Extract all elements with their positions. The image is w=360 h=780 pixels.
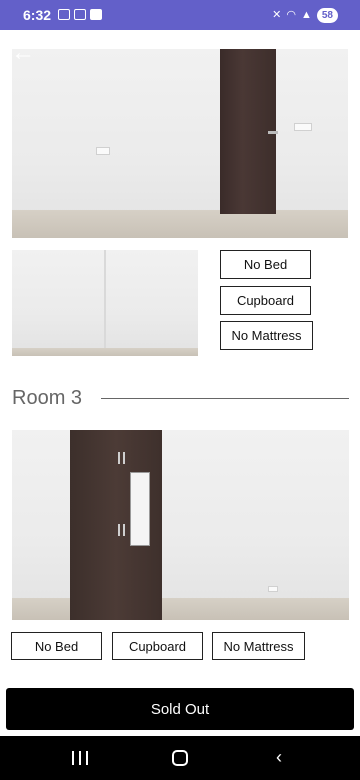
wardrobe — [70, 430, 162, 620]
wardrobe-handle — [118, 524, 120, 536]
amenity-no-bed: No Bed — [11, 632, 102, 660]
wardrobe-handle — [118, 452, 120, 464]
amenity-no-mattress: No Mattress — [212, 632, 305, 660]
light-switch — [96, 147, 110, 155]
sold-out-button[interactable]: Sold Out — [6, 688, 354, 730]
home-icon[interactable] — [172, 750, 188, 766]
battery-icon: 58 — [316, 7, 338, 23]
floor — [12, 210, 348, 238]
wardrobe-handle — [123, 452, 125, 464]
screenshot-icon — [74, 9, 86, 20]
floor — [12, 598, 349, 620]
room-photo-thumbnail[interactable] — [12, 250, 198, 356]
status-bar: 6:32 ✕ ◠ ▲ 58 — [0, 0, 360, 30]
wifi-icon: ◠ — [286, 9, 296, 21]
power-socket — [294, 123, 312, 131]
amenity-no-bed: No Bed — [220, 250, 311, 279]
wardrobe-handle — [123, 524, 125, 536]
room-photo-main[interactable] — [12, 49, 348, 238]
amenity-cupboard: Cupboard — [112, 632, 203, 660]
navigation-bar: ‹ — [0, 736, 360, 780]
back-icon[interactable]: ‹ — [276, 748, 282, 766]
wardrobe-mirror — [130, 472, 150, 546]
wall-corner-shadow — [104, 250, 106, 350]
amenity-no-mattress: No Mattress — [220, 321, 313, 350]
room-photo-wardrobe[interactable] — [12, 430, 349, 620]
status-time: 6:32 — [23, 7, 52, 23]
section-divider — [101, 398, 349, 399]
back-arrow-icon: ← — [11, 39, 35, 66]
message-icon — [90, 9, 102, 20]
door-handle — [268, 131, 278, 134]
door — [220, 49, 278, 214]
floor — [12, 348, 198, 356]
room-section-title: Room 3 — [12, 387, 83, 409]
notification-icon — [58, 9, 70, 20]
power-socket — [268, 586, 278, 592]
back-button[interactable]: ← — [10, 39, 36, 66]
recents-icon[interactable] — [72, 751, 88, 765]
status-notification-icons — [58, 9, 102, 20]
mute-icon: ✕ — [272, 9, 282, 21]
signal-icon: ▲ — [300, 9, 312, 21]
status-system-icons: ✕ ◠ ▲ 58 — [272, 7, 338, 23]
amenity-cupboard: Cupboard — [220, 286, 311, 315]
